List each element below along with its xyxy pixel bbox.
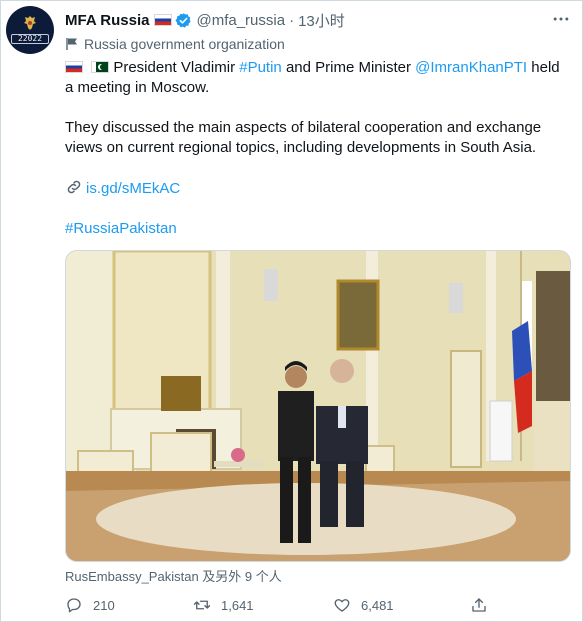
- government-label: Russia government organization: [65, 34, 285, 54]
- tweet-header: MFA Russia @mfa_russia · 13小时: [65, 9, 573, 31]
- tweet-timestamp[interactable]: 13小时: [298, 10, 345, 31]
- tweet-link-line: is.gd/sMEkAC: [65, 178, 570, 199]
- russia-flag-icon: [154, 14, 173, 26]
- reply-count: 210: [93, 597, 115, 613]
- avatar[interactable]: 22022: [6, 6, 54, 54]
- tweet-body: President Vladimir #Putin and Prime Mini…: [65, 58, 570, 239]
- heart-icon: [334, 599, 350, 612]
- separator-dot: ·: [289, 11, 295, 29]
- government-label-text: Russia government organization: [84, 36, 285, 52]
- user-handle[interactable]: @mfa_russia: [196, 12, 285, 29]
- link-chain-icon: [67, 180, 81, 194]
- text-segment: President Vladimir: [113, 59, 240, 76]
- hashtag-russiapakistan-link[interactable]: #RussiaPakistan: [65, 220, 177, 237]
- avatar-badge-text: 22022: [11, 34, 49, 44]
- media-tags-caption[interactable]: RusEmbassy_Pakistan 及另外 9 个人: [65, 566, 282, 585]
- more-horizontal-icon[interactable]: [549, 9, 573, 31]
- mention-link[interactable]: @ImranKhanPTI: [415, 59, 527, 76]
- share-icon: [472, 598, 486, 612]
- retweet-count: 1,641: [221, 597, 254, 613]
- reply-icon: [67, 598, 81, 613]
- short-url-link[interactable]: is.gd/sMEkAC: [86, 180, 180, 197]
- share-button[interactable]: [470, 594, 498, 616]
- photo-illustration: [66, 251, 570, 561]
- retweet-icon: [193, 600, 211, 610]
- text-segment: and Prime Minister: [281, 59, 416, 76]
- like-button[interactable]: 6,481: [333, 594, 394, 616]
- russia-flag-emoji-icon: [65, 61, 83, 73]
- coat-of-arms-icon: [24, 16, 36, 30]
- flag-icon: [66, 38, 77, 50]
- hashtag-putin-link[interactable]: #Putin: [239, 59, 282, 76]
- reply-button[interactable]: 210: [65, 594, 115, 616]
- tweet-paragraph-2: They discussed the main aspects of bilat…: [65, 119, 542, 156]
- tweet-paragraph-1: President Vladimir #Putin and Prime Mini…: [65, 58, 570, 98]
- tweet-actions: 210 1,641 6,481: [65, 594, 495, 616]
- tweet-photo[interactable]: [65, 250, 571, 562]
- more-dots-glyph: [553, 17, 569, 21]
- tweet-hashtag-line: #RussiaPakistan: [65, 219, 570, 239]
- pakistan-flag-emoji-icon: [91, 61, 110, 73]
- retweet-button[interactable]: 1,641: [193, 594, 254, 616]
- display-name[interactable]: MFA Russia: [65, 12, 149, 29]
- verified-badge-icon: [175, 12, 192, 28]
- like-count: 6,481: [361, 597, 394, 613]
